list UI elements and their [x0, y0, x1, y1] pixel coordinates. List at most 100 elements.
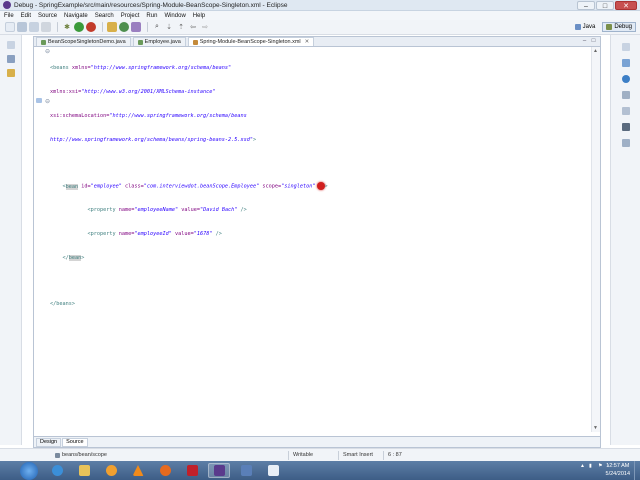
debug-icon[interactable]: ✱ — [62, 22, 72, 32]
vlc-icon — [132, 465, 144, 476]
new-icon[interactable] — [5, 22, 15, 32]
expressions-view-icon[interactable] — [621, 91, 630, 99]
xml-node-icon — [55, 452, 60, 458]
save-all-icon[interactable] — [29, 22, 39, 32]
print-icon[interactable] — [41, 22, 51, 32]
xml-tag: <property — [87, 207, 116, 213]
menu-navigate[interactable]: Navigate — [64, 13, 88, 19]
code-line-1: <beans xmlns="http://www.springframework… — [50, 64, 590, 72]
menu-file[interactable]: File — [4, 13, 14, 19]
filezilla-icon — [186, 465, 198, 476]
taskbar-media-player[interactable] — [100, 463, 122, 478]
show-hidden-icons-icon[interactable]: ▲ — [580, 463, 585, 469]
debug-perspective-icon — [606, 24, 613, 30]
menu-edit[interactable]: Edit — [21, 13, 31, 19]
java-file-icon — [41, 39, 46, 45]
taskbar-save-app[interactable] — [235, 463, 257, 478]
editor-tabs: BeanScopeSingletonDemo.java Employee.jav… — [34, 37, 600, 47]
eclipse-icon — [213, 465, 225, 476]
start-button[interactable] — [20, 461, 38, 480]
back-icon[interactable]: ⇦ — [188, 22, 198, 32]
eclipse-icon — [3, 1, 11, 9]
breakpoints-view-icon[interactable] — [621, 75, 630, 83]
vertical-scrollbar[interactable]: ▲ ▼ — [591, 47, 600, 432]
debug-view-icon[interactable] — [6, 55, 15, 63]
maximize-button[interactable]: □ — [596, 0, 614, 10]
variables-view-icon[interactable] — [621, 59, 630, 67]
project-explorer-icon[interactable] — [6, 69, 15, 77]
menu-run[interactable]: Run — [146, 13, 157, 19]
xml-attribute: class= — [121, 183, 144, 190]
taskbar-filezilla[interactable] — [181, 463, 203, 478]
tab-beanscopesingletondemo-java[interactable]: BeanScopeSingletonDemo.java — [36, 37, 131, 46]
editor-controls: – □ — [581, 38, 597, 45]
window-title: Debug - SpringExample/src/main/resources… — [14, 1, 288, 9]
firefox-icon — [159, 465, 171, 476]
menu-help[interactable]: Help — [193, 13, 205, 19]
previous-annotation-icon[interactable]: ⇡ — [176, 22, 186, 32]
taskbar-vlc[interactable] — [127, 463, 149, 478]
menu-source[interactable]: Source — [38, 13, 57, 19]
new-java-class-icon[interactable] — [119, 22, 129, 32]
editor-mode-tabs: Design Source — [34, 436, 600, 447]
show-desktop-button[interactable] — [634, 461, 640, 480]
open-type-icon[interactable] — [131, 22, 141, 32]
java-perspective-icon — [574, 24, 581, 30]
mouse-cursor-highlight — [316, 182, 325, 190]
flag-icon[interactable]: ⚑ — [598, 463, 603, 469]
tab-spring-module-beanscope-singleton-xml[interactable]: Spring-Module-BeanScope-Singleton.xml ✕ — [187, 37, 315, 46]
console-view-icon[interactable] — [621, 123, 630, 131]
windows-taskbar: ▲ ▮ ⚑ ♪ 12:57 AM 5/24/2014 — [0, 461, 640, 480]
close-tab-icon[interactable]: ✕ — [305, 39, 310, 45]
perspective-debug[interactable]: Debug — [602, 22, 636, 32]
tab-design[interactable]: Design — [36, 437, 62, 447]
perspective-switcher: Java Debug — [571, 22, 636, 32]
xml-value: http://www.springframework.org/schema/be… — [50, 137, 254, 143]
taskbar-explorer[interactable] — [73, 463, 95, 478]
taskbar-firefox[interactable] — [154, 463, 176, 478]
external-tools-icon[interactable] — [86, 22, 96, 32]
minimize-editor-icon[interactable]: – — [581, 38, 588, 45]
perspective-java[interactable]: Java — [571, 22, 600, 32]
save-icon[interactable] — [17, 22, 27, 32]
xml-value: "http://www.springframework.org/schema/b… — [109, 113, 247, 119]
code-line-8: </bean> — [50, 254, 590, 262]
tab-employee-java[interactable]: Employee.java — [132, 37, 186, 46]
code-line-5: <bean id="employee" class="com.interview… — [50, 182, 590, 190]
main-toolbar: ✱ ⌕ ⇣ ⇡ ⇦ ⇨ — [0, 20, 640, 35]
folder-icon — [78, 465, 90, 476]
xml-punct: /> — [212, 231, 222, 237]
notepad-icon — [267, 465, 279, 476]
xml-attribute: name= — [115, 207, 135, 213]
menu-search[interactable]: Search — [95, 13, 114, 19]
taskbar-notepad[interactable] — [262, 463, 284, 478]
network-icon[interactable]: ▮ — [589, 463, 594, 469]
new-java-package-icon[interactable] — [107, 22, 117, 32]
run-icon[interactable] — [74, 22, 84, 32]
close-button[interactable]: ✕ — [615, 0, 637, 10]
scroll-up-icon[interactable]: ▲ — [593, 48, 598, 54]
code-area[interactable]: ⊖ ⊖ <beans xmlns="http://www.springframe… — [34, 47, 600, 432]
taskbar-ie[interactable] — [46, 463, 68, 478]
taskbar-eclipse[interactable] — [208, 463, 230, 478]
status-bar: beans/bean/scope Writable Smart Insert 6… — [0, 448, 640, 461]
menu-project[interactable]: Project — [121, 13, 140, 19]
tab-source[interactable]: Source — [62, 437, 88, 447]
xml-attribute: value= — [171, 231, 194, 237]
scroll-down-icon[interactable]: ▼ — [593, 425, 598, 431]
tasks-view-icon[interactable] — [621, 139, 630, 147]
minimize-button[interactable]: – — [577, 0, 595, 10]
next-annotation-icon[interactable]: ⇣ — [164, 22, 174, 32]
outline-view-icon[interactable] — [621, 107, 630, 115]
restore-icon[interactable] — [6, 41, 15, 49]
clock-time: 12:57 AM — [606, 463, 630, 469]
restore-icon[interactable] — [621, 43, 630, 51]
forward-icon[interactable]: ⇨ — [200, 22, 210, 32]
search-icon[interactable]: ⌕ — [152, 22, 162, 32]
menu-window[interactable]: Window — [164, 13, 185, 19]
xml-source[interactable]: <beans xmlns="http://www.springframework… — [50, 48, 590, 324]
taskbar-clock[interactable]: 12:57 AM 5/24/2014 — [606, 462, 630, 478]
maximize-editor-icon[interactable]: □ — [590, 38, 597, 45]
floppy-icon — [240, 465, 252, 476]
